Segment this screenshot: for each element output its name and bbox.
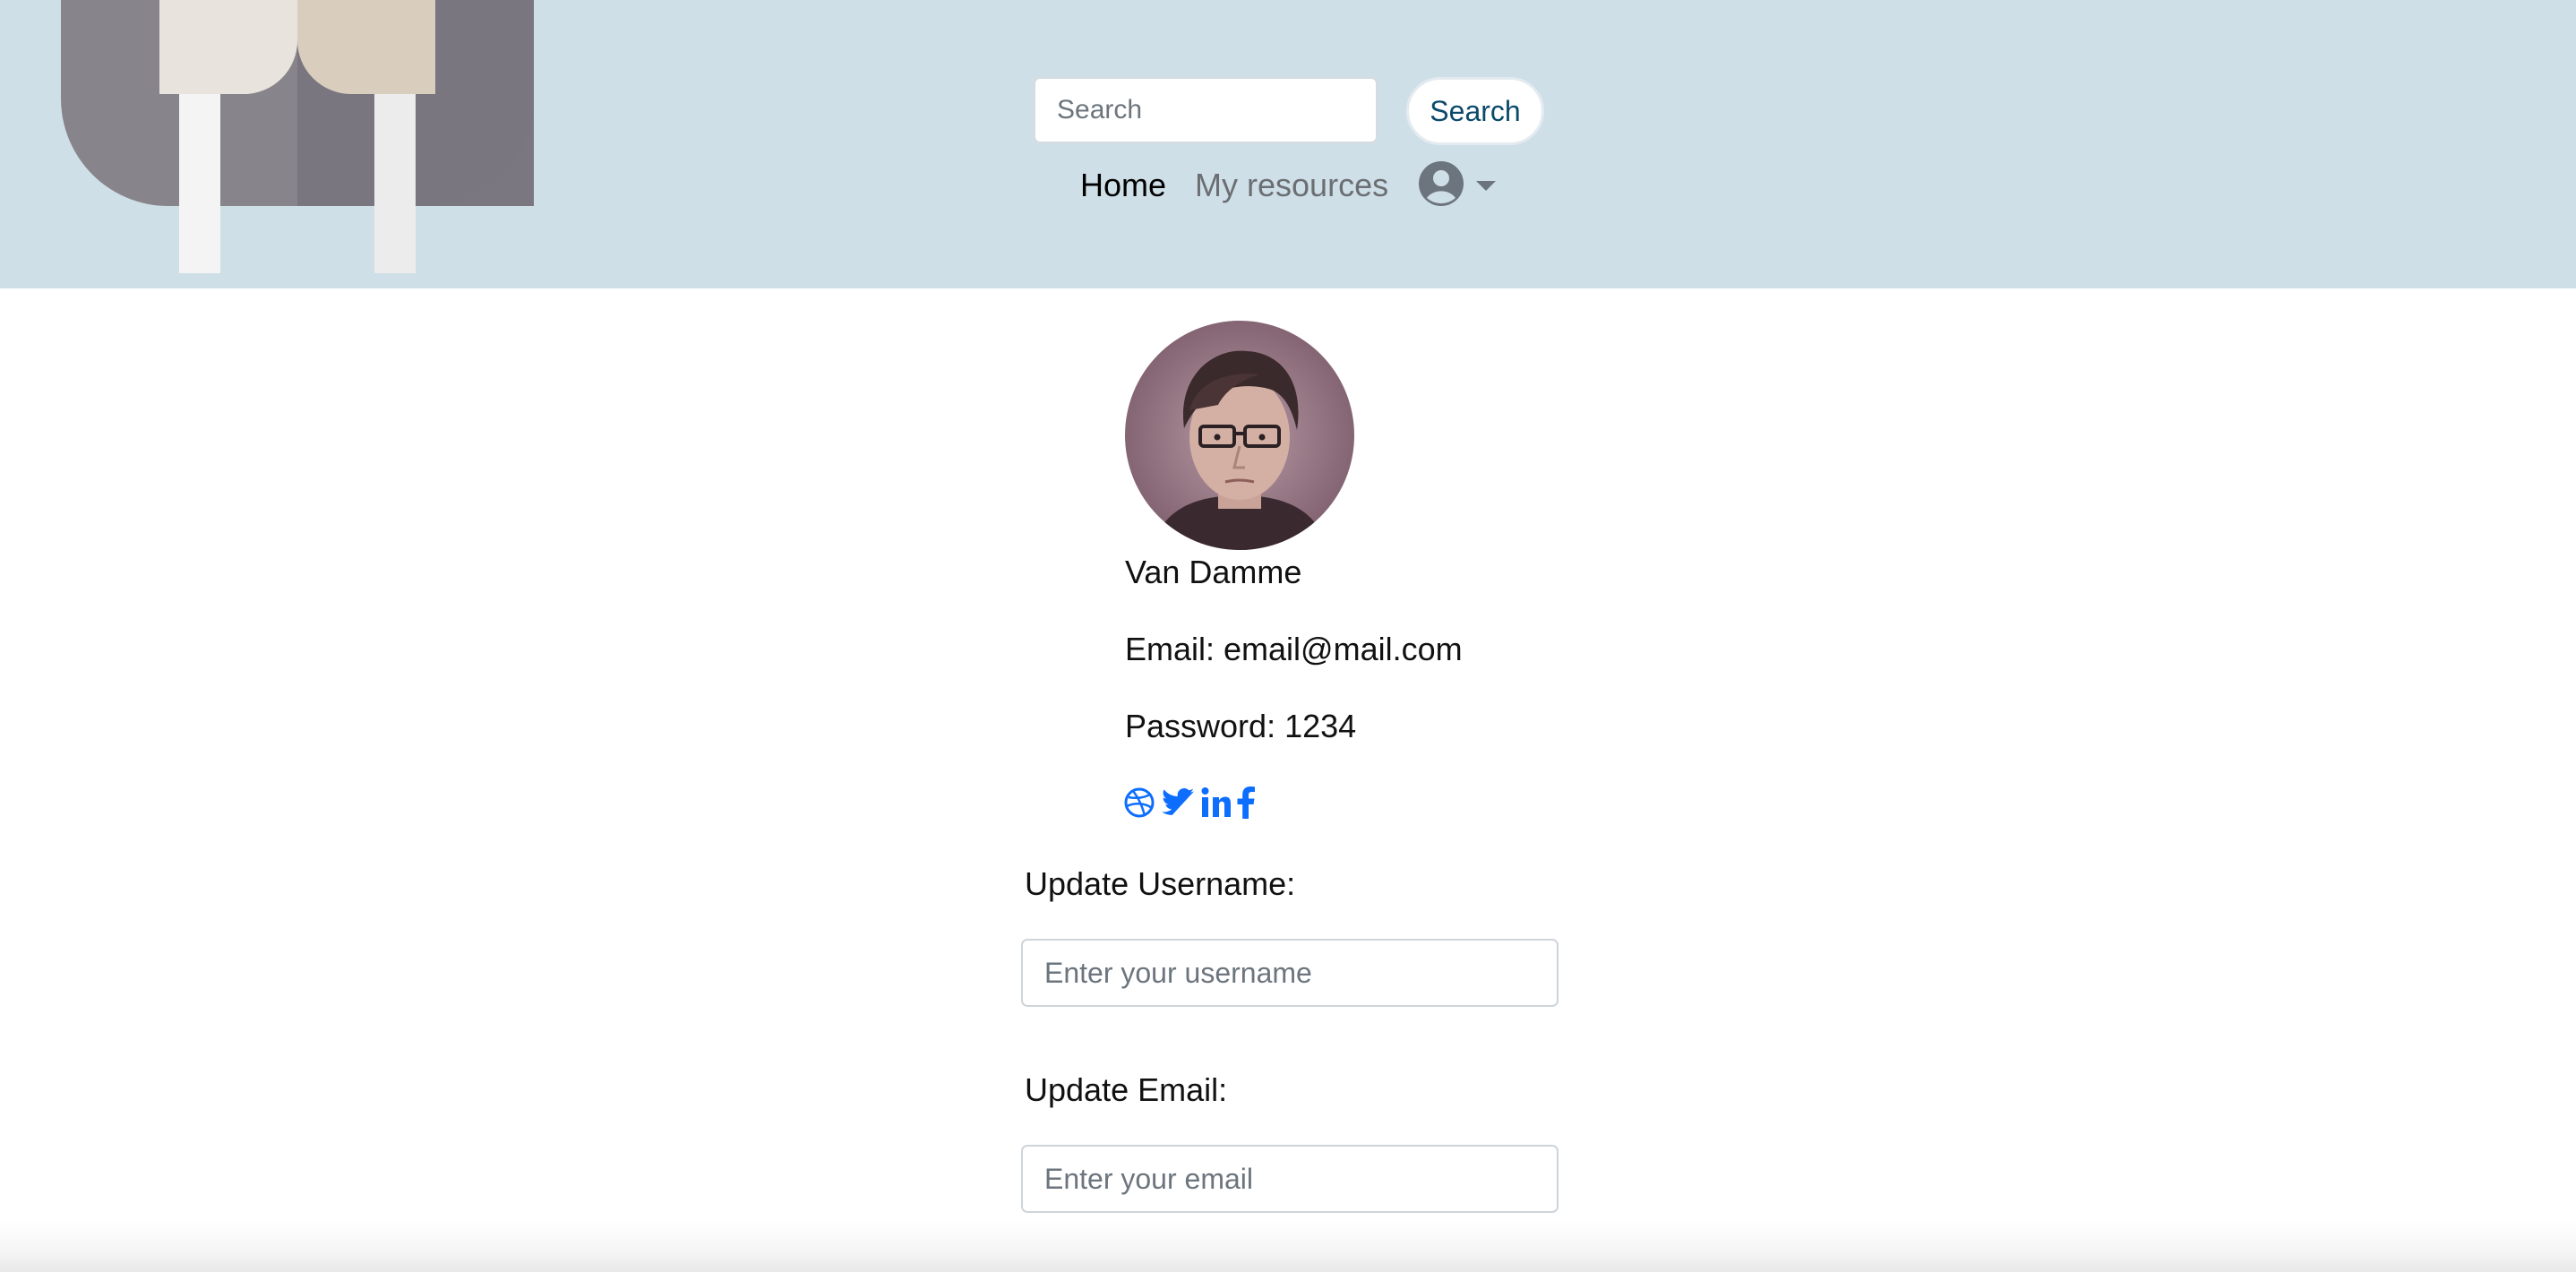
bottom-edge-shadow (0, 1220, 2576, 1272)
site-logo[interactable] (61, 0, 534, 278)
dribbble-icon (1124, 787, 1155, 818)
search-button[interactable]: Search (1406, 77, 1544, 145)
main-nav: Home My resources (1080, 154, 1497, 217)
search-input[interactable] (1034, 77, 1378, 143)
profile-password: Password: 1234 (1125, 708, 1357, 744)
update-email-label: Update Email: (1025, 1071, 1228, 1108)
twitter-link[interactable] (1161, 786, 1195, 819)
email-input[interactable] (1021, 1145, 1558, 1213)
username-input[interactable] (1021, 939, 1558, 1007)
nav-my-resources-link[interactable]: My resources (1195, 167, 1388, 204)
profile-name: Van Damme (1125, 554, 1302, 590)
linkedin-link[interactable] (1200, 786, 1231, 819)
caret-down-icon (1476, 180, 1497, 191)
update-username-label: Update Username: (1025, 865, 1296, 902)
nav-home-link[interactable]: Home (1080, 167, 1166, 204)
profile-email: Email: email@mail.com (1125, 631, 1463, 667)
site-header: Search Home My resources (0, 0, 2576, 288)
linkedin-icon (1201, 787, 1231, 817)
user-circle-icon (1419, 160, 1464, 211)
social-links (1123, 786, 1256, 819)
twitter-icon (1162, 788, 1195, 815)
facebook-link[interactable] (1236, 786, 1256, 819)
user-menu-dropdown[interactable] (1419, 160, 1497, 211)
facebook-icon (1237, 786, 1255, 819)
logo-graphic (61, 0, 534, 273)
dribbble-link[interactable] (1123, 786, 1155, 819)
profile-avatar (1125, 321, 1354, 550)
